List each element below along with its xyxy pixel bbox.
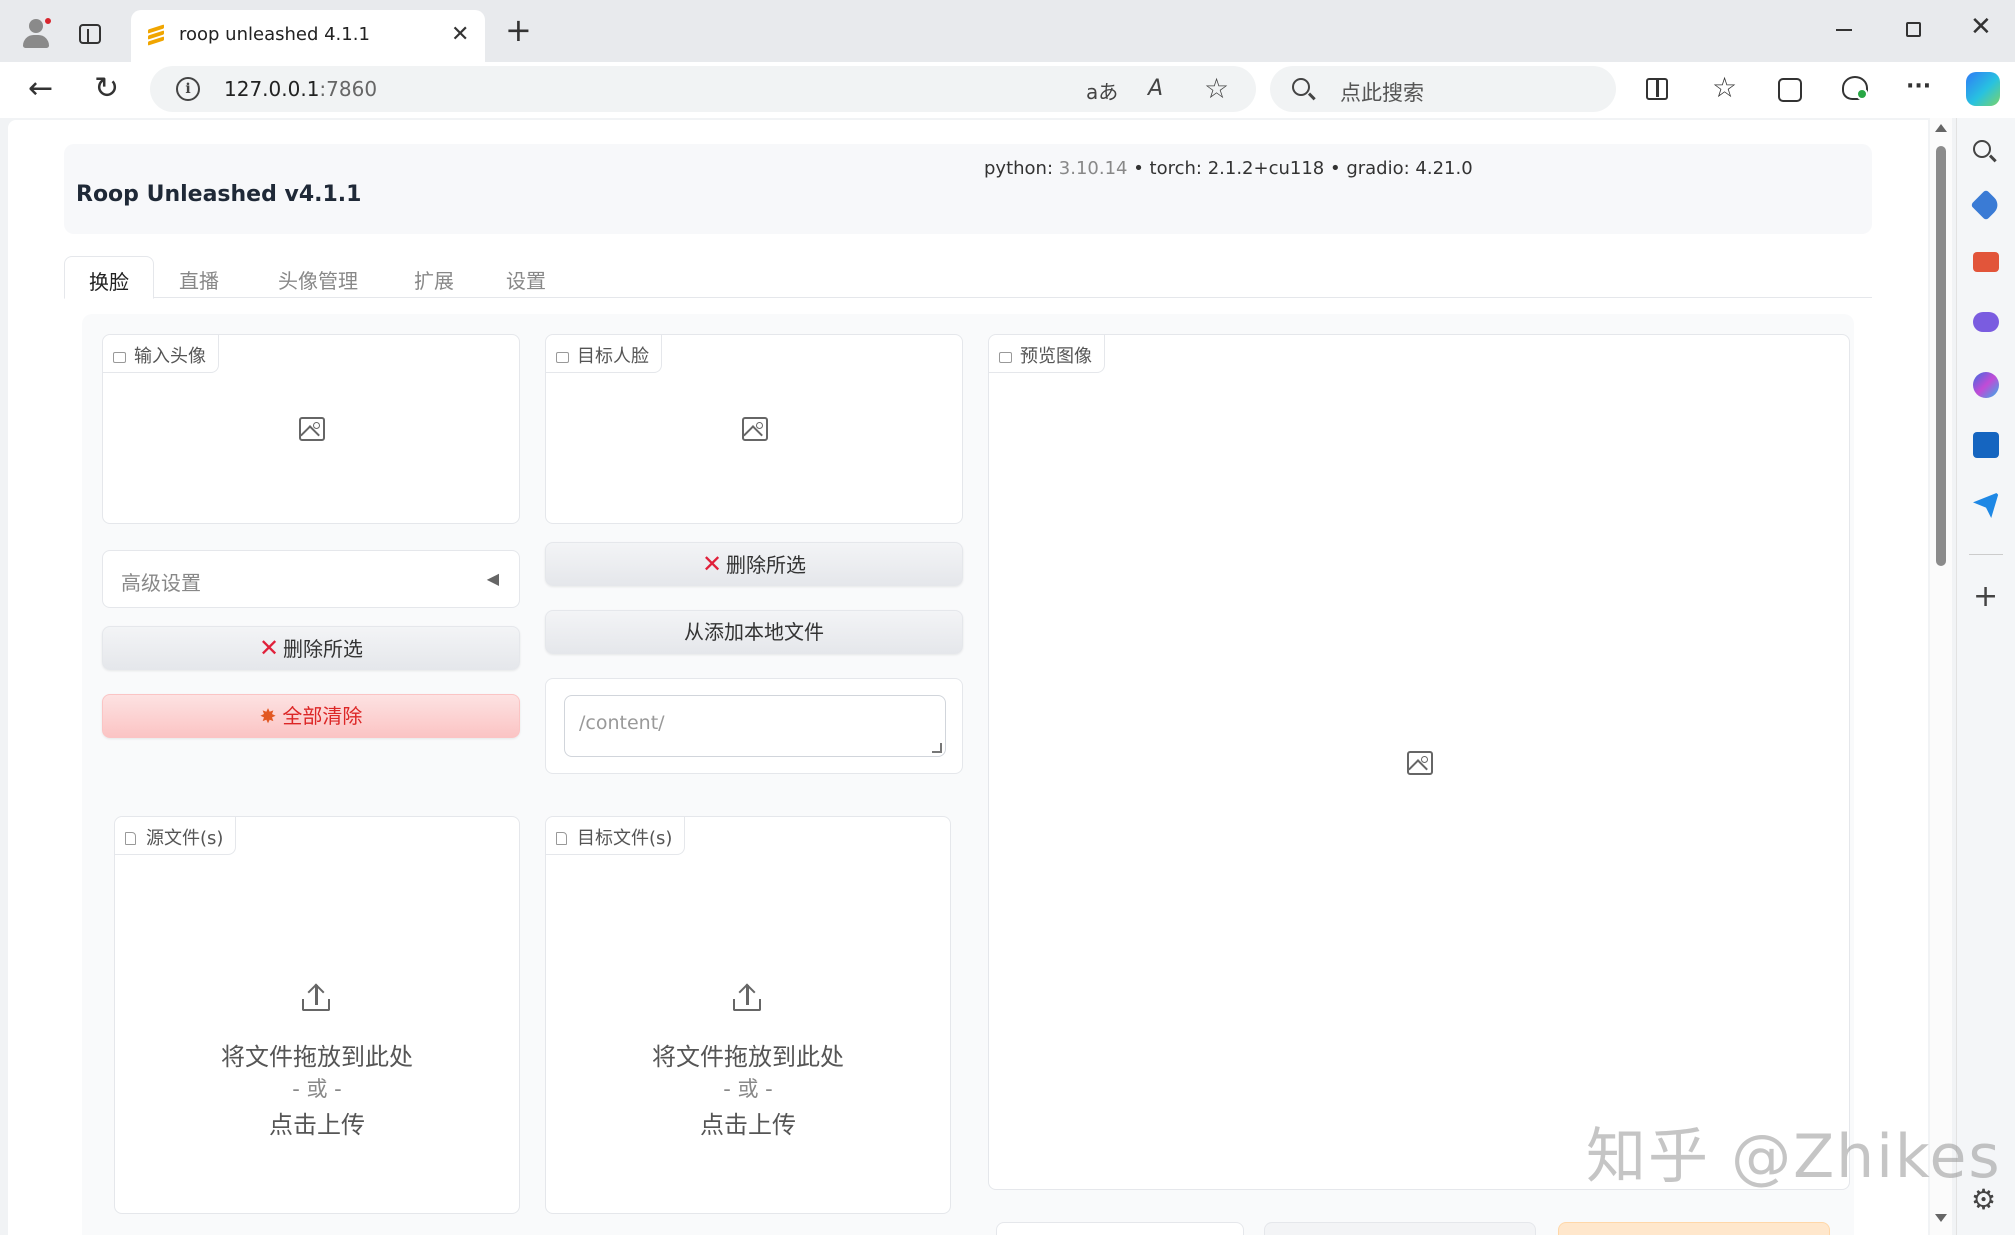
tab-live[interactable]: 直播 (155, 256, 243, 298)
image-label-icon (556, 352, 569, 363)
tab-extensions[interactable]: 扩展 (390, 256, 478, 298)
resize-handle-icon[interactable] (932, 743, 942, 753)
or-text: - 或 - (292, 1077, 342, 1101)
advanced-settings-accordion[interactable]: 高级设置 ◀ (102, 550, 520, 608)
click-upload-text[interactable]: 点击上传 (115, 1105, 519, 1140)
explosion-icon: ✸ (259, 704, 277, 728)
tab-settings[interactable]: 设置 (482, 256, 570, 298)
bottom-control-1[interactable] (996, 1222, 1244, 1235)
tab-face-swap[interactable]: 换脸 (64, 256, 154, 299)
web-page: Roop Unleashed v4.1.1 python: 3.10.14 • … (8, 120, 1928, 1235)
scroll-down-icon[interactable] (1935, 1214, 1947, 1222)
app-header: Roop Unleashed v4.1.1 python: 3.10.14 • … (64, 144, 1872, 234)
watermark-text: 知乎 @Zhikes (1586, 1122, 2002, 1192)
delete-selected-target-button[interactable]: ✕ 删除所选 (545, 542, 963, 586)
target-face-image[interactable]: 目标人脸 (545, 334, 963, 524)
tab-actions-icon[interactable] (79, 24, 101, 44)
tab-face-management[interactable]: 头像管理 (254, 256, 382, 298)
search-placeholder: 点此搜索 (1340, 81, 1424, 105)
preview-image[interactable]: 预览图像 (988, 334, 1850, 1190)
browser-toolbar: ← ↻ i 127.0.0.1:7860 aあ A ☆ 点此搜索 ☆ ··· (0, 62, 2015, 118)
page-scrollbar[interactable] (1930, 118, 1952, 1235)
close-window-icon[interactable]: ✕ (1970, 12, 1992, 42)
favorite-star-icon[interactable]: ☆ (1204, 72, 1229, 105)
profile-avatar-icon[interactable] (20, 16, 53, 48)
send-drop-icon[interactable] (1973, 492, 1999, 518)
outlook-icon[interactable] (1973, 432, 1999, 458)
upload-icon (732, 983, 762, 1013)
file-label-icon (556, 832, 567, 845)
x-mark-icon: ✕ (701, 550, 723, 578)
scroll-up-icon[interactable] (1935, 124, 1947, 132)
translate-icon[interactable]: aあ (1086, 76, 1118, 105)
tools-briefcase-icon[interactable] (1973, 252, 1999, 272)
path-textbox-block: /content/ (545, 678, 963, 774)
preview-label: 预览图像 (989, 335, 1105, 373)
or-text: - 或 - (723, 1077, 773, 1101)
browser-tab-title: roop unleashed 4.1.1 (179, 24, 370, 45)
copilot-icon[interactable] (1966, 72, 2000, 106)
app-favicon-icon (145, 24, 167, 46)
drop-here-text: 将文件拖放到此处 (221, 1043, 413, 1071)
image-label-icon (113, 352, 126, 363)
favorites-icon[interactable]: ☆ (1712, 74, 1737, 102)
more-options-icon[interactable]: ··· (1906, 76, 1931, 98)
search-box[interactable]: 点此搜索 (1270, 66, 1616, 112)
image-placeholder-icon (742, 417, 768, 441)
browser-tab[interactable]: roop unleashed 4.1.1 ✕ (131, 10, 485, 62)
edge-sidebar: + ⚙ (1956, 118, 2015, 1235)
refresh-icon[interactable]: ↻ (94, 74, 119, 104)
input-face-label: 输入头像 (103, 335, 219, 373)
sidebar-divider (1969, 554, 2003, 555)
shopping-tag-icon[interactable] (1970, 189, 2002, 221)
search-icon (1292, 78, 1310, 96)
bottom-control-2[interactable] (1264, 1222, 1536, 1235)
address-text[interactable]: 127.0.0.1:7860 (224, 77, 377, 101)
delete-selected-input-button[interactable]: ✕ 删除所选 (102, 626, 520, 670)
click-upload-text[interactable]: 点击上传 (546, 1105, 950, 1140)
target-files-label: 目标文件(s) (546, 817, 686, 855)
sidebar-add-icon[interactable]: + (1973, 582, 1998, 612)
version-info: python: 3.10.14 • torch: 2.1.2+cu118 • g… (984, 158, 1473, 179)
clear-all-button[interactable]: ✸ 全部清除 (102, 694, 520, 738)
image-label-icon (999, 352, 1012, 363)
bottom-control-3[interactable] (1558, 1222, 1830, 1235)
path-textarea[interactable]: /content/ (564, 695, 946, 757)
maximize-window-icon[interactable] (1906, 22, 1921, 37)
source-files-label: 源文件(s) (115, 817, 237, 855)
advanced-settings-label: 高级设置 (121, 571, 201, 595)
games-icon[interactable] (1973, 312, 1999, 332)
site-info-icon[interactable]: i (176, 77, 200, 101)
add-local-files-button[interactable]: 从添加本地文件 (545, 610, 963, 654)
new-tab-icon[interactable]: + (505, 14, 532, 46)
drop-here-text: 将文件拖放到此处 (652, 1043, 844, 1071)
image-placeholder-icon (1407, 751, 1433, 775)
input-face-image[interactable]: 输入头像 (102, 334, 520, 524)
source-files-upload[interactable]: 源文件(s) 将文件拖放到此处 - 或 - 点击上传 (114, 816, 520, 1214)
file-label-icon (125, 832, 136, 845)
minimize-window-icon[interactable] (1836, 29, 1852, 31)
read-aloud-icon[interactable]: A (1148, 76, 1163, 101)
browser-tab-bar: roop unleashed 4.1.1 ✕ + ✕ (0, 0, 2015, 62)
upload-icon (301, 983, 331, 1013)
close-tab-icon[interactable]: ✕ (451, 22, 469, 47)
face-swap-panel: 输入头像 目标人脸 预览图像 高级设置 ◀ ✕ 删除所选 从添加本地文件 ✕ 删除所… (82, 314, 1854, 1235)
scrollbar-thumb[interactable] (1936, 146, 1946, 566)
sidebar-search-icon[interactable] (1973, 140, 1991, 158)
address-bar[interactable]: i 127.0.0.1:7860 aあ A ☆ (150, 66, 1256, 112)
split-screen-icon[interactable] (1646, 78, 1668, 100)
image-placeholder-icon (299, 417, 325, 441)
target-files-upload[interactable]: 目标文件(s) 将文件拖放到此处 - 或 - 点击上传 (545, 816, 951, 1214)
browser-essentials-icon[interactable] (1842, 76, 1868, 100)
target-face-label: 目标人脸 (546, 335, 662, 373)
microsoft-365-icon[interactable] (1973, 372, 1999, 398)
collections-icon[interactable] (1778, 78, 1802, 102)
app-title: Roop Unleashed v4.1.1 (76, 182, 362, 207)
chevron-left-icon: ◀ (486, 569, 499, 588)
x-mark-icon: ✕ (258, 634, 280, 662)
main-tabs: 换脸 直播 头像管理 扩展 设置 (64, 256, 1872, 299)
back-icon[interactable]: ← (28, 74, 53, 104)
